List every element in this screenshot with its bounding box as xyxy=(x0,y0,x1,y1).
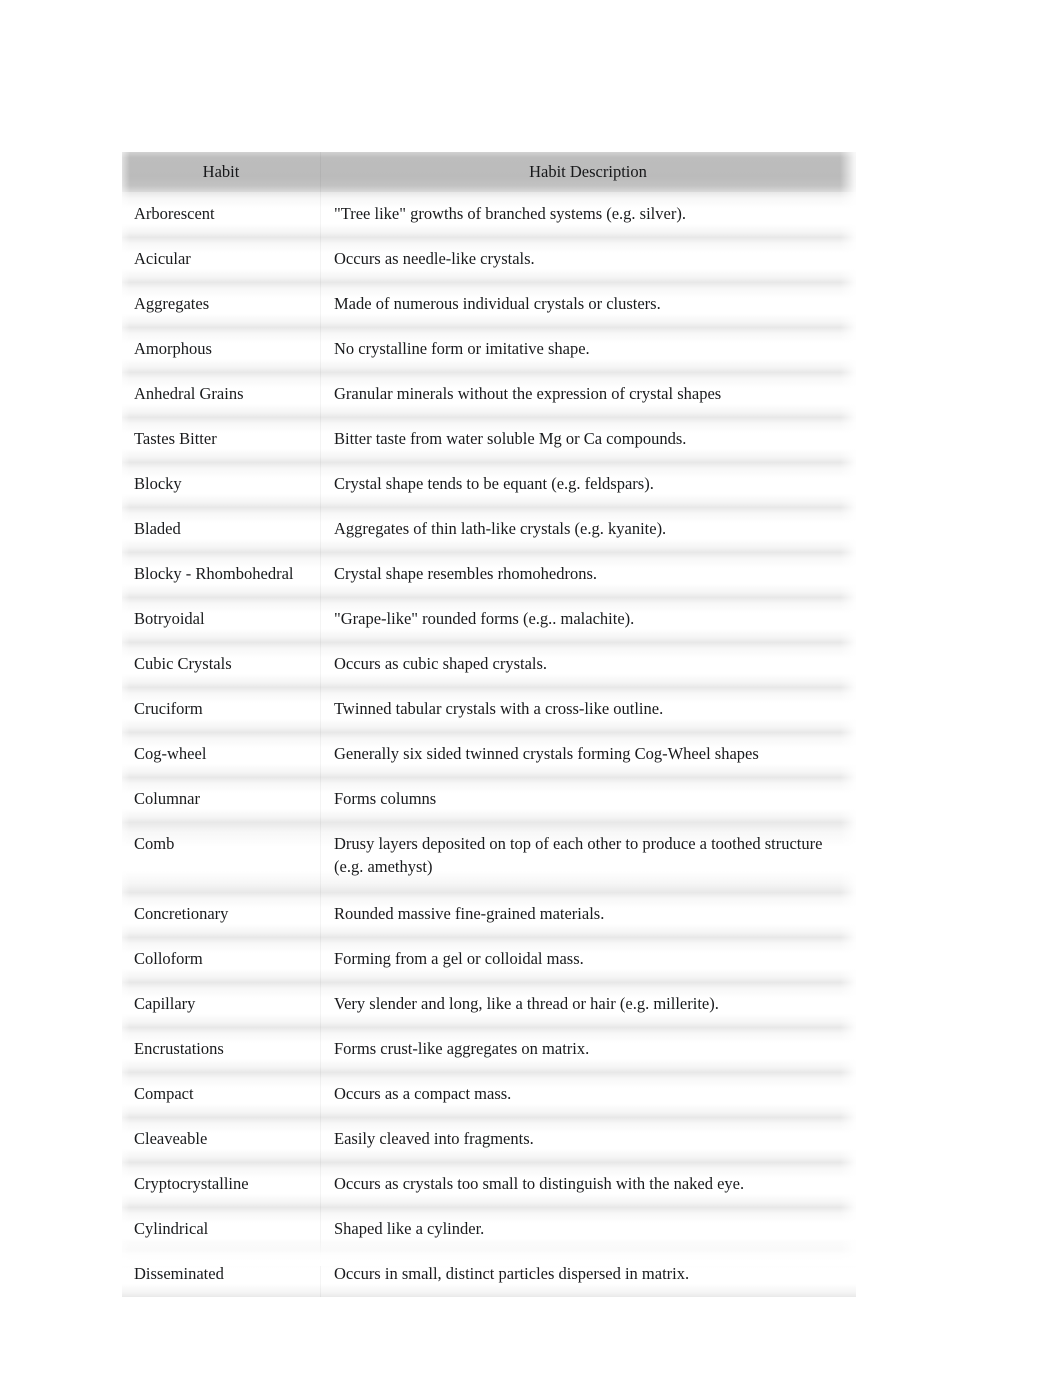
cell-habit-description: Occurs as crystals too small to distingu… xyxy=(320,1162,856,1207)
table-row: Cog-wheel Generally six sided twinned cry… xyxy=(122,732,856,777)
table-header-row: Habit Habit Description xyxy=(122,152,856,192)
table-row: Amorphous No crystalline form or imitativ… xyxy=(122,327,856,372)
cell-habit: Acicular xyxy=(122,237,320,282)
cell-habit: Tastes Bitter xyxy=(122,417,320,462)
cell-habit-description: Aggregates of thin lath-like crystals (e… xyxy=(320,507,856,552)
table-row: Concretionary Rounded massive fine-graine… xyxy=(122,892,856,937)
cell-habit: Disseminated xyxy=(122,1252,320,1297)
table-row: Compact Occurs as a compact mass. xyxy=(122,1072,856,1117)
table-row: Acicular Occurs as needle-like crystals. xyxy=(122,237,856,282)
table-row: Blocky Crystal shape tends to be equant (… xyxy=(122,462,856,507)
cell-habit-description: "Grape-like" rounded forms (e.g.. malach… xyxy=(320,597,856,642)
column-header-habit-description: Habit Description xyxy=(320,152,856,192)
cell-habit: Cryptocrystalline xyxy=(122,1162,320,1207)
cell-habit-description: Granular minerals without the expression… xyxy=(320,372,856,417)
cell-habit-description: "Tree like" growths of branched systems … xyxy=(320,192,856,237)
cell-habit-description: Forms crust-like aggregates on matrix. xyxy=(320,1027,856,1072)
table-row: Cryptocrystalline Occurs as crystals too … xyxy=(122,1162,856,1207)
document-page: Habit Habit Description Arborescent "Tree… xyxy=(0,0,1062,1377)
cell-habit-description: Drusy layers deposited on top of each ot… xyxy=(320,822,856,892)
cell-habit: Blocky xyxy=(122,462,320,507)
table-row: Aggregates Made of numerous individual cr… xyxy=(122,282,856,327)
cell-habit: Columnar xyxy=(122,777,320,822)
cell-habit-description: Shaped like a cylinder. xyxy=(320,1207,856,1252)
cell-habit-description: Forms columns xyxy=(320,777,856,822)
cell-habit-description: Occurs as a compact mass. xyxy=(320,1072,856,1117)
table-row: Comb Drusy layers deposited on top of eac… xyxy=(122,822,856,892)
column-header-habit-description-label: Habit Description xyxy=(529,162,647,181)
table-row: Colloform Forming from a gel or colloidal… xyxy=(122,937,856,982)
cell-habit: Cubic Crystals xyxy=(122,642,320,687)
mineral-habit-table: Habit Habit Description Arborescent "Tree… xyxy=(122,152,856,1297)
table-row: Anhedral Grains Granular minerals without… xyxy=(122,372,856,417)
column-header-habit: Habit xyxy=(122,152,320,192)
cell-habit: Blocky - Rhombohedral xyxy=(122,552,320,597)
cell-habit: Botryoidal xyxy=(122,597,320,642)
cell-habit: Colloform xyxy=(122,937,320,982)
table-row: Cleaveable Easily cleaved into fragments. xyxy=(122,1117,856,1162)
table-row: Cylindrical Shaped like a cylinder. xyxy=(122,1207,856,1252)
cell-habit: Comb xyxy=(122,822,320,892)
cell-habit-description: Easily cleaved into fragments. xyxy=(320,1117,856,1162)
cell-habit-description: Crystal shape tends to be equant (e.g. f… xyxy=(320,462,856,507)
table-body: Arborescent "Tree like" growths of branch… xyxy=(122,192,856,1297)
cell-habit-description: Occurs as needle-like crystals. xyxy=(320,237,856,282)
table-row: Blocky - Rhombohedral Crystal shape resem… xyxy=(122,552,856,597)
cell-habit-description: Very slender and long, like a thread or … xyxy=(320,982,856,1027)
table-row: Cubic Crystals Occurs as cubic shaped cry… xyxy=(122,642,856,687)
table-row: Capillary Very slender and long, like a t… xyxy=(122,982,856,1027)
cell-habit: Cruciform xyxy=(122,687,320,732)
table-row: Tastes Bitter Bitter taste from water sol… xyxy=(122,417,856,462)
table-row: Bladed Aggregates of thin lath-like cryst… xyxy=(122,507,856,552)
cell-habit-description: Occurs in small, distinct particles disp… xyxy=(320,1252,856,1297)
cell-habit-description: Crystal shape resembles rhomohedrons. xyxy=(320,552,856,597)
table-row: Cruciform Twinned tabular crystals with a… xyxy=(122,687,856,732)
cell-habit: Amorphous xyxy=(122,327,320,372)
cell-habit: Cleaveable xyxy=(122,1117,320,1162)
cell-habit-description: Twinned tabular crystals with a cross-li… xyxy=(320,687,856,732)
habit-table-container: Habit Habit Description Arborescent "Tree… xyxy=(122,152,856,1297)
cell-habit-description: Made of numerous individual crystals or … xyxy=(320,282,856,327)
cell-habit: Capillary xyxy=(122,982,320,1027)
cell-habit: Bladed xyxy=(122,507,320,552)
cell-habit-description: Rounded massive fine-grained materials. xyxy=(320,892,856,937)
table-header: Habit Habit Description xyxy=(122,152,856,192)
cell-habit-description: Generally six sided twinned crystals for… xyxy=(320,732,856,777)
cell-habit-description: Forming from a gel or colloidal mass. xyxy=(320,937,856,982)
cell-habit-description: No crystalline form or imitative shape. xyxy=(320,327,856,372)
cell-habit: Arborescent xyxy=(122,192,320,237)
cell-habit: Encrustations xyxy=(122,1027,320,1072)
table-row: Encrustations Forms crust-like aggregates… xyxy=(122,1027,856,1072)
cell-habit: Anhedral Grains xyxy=(122,372,320,417)
cell-habit-description: Occurs as cubic shaped crystals. xyxy=(320,642,856,687)
table-row: Columnar Forms columns xyxy=(122,777,856,822)
table-row: Disseminated Occurs in small, distinct pa… xyxy=(122,1252,856,1297)
table-row: Arborescent "Tree like" growths of branch… xyxy=(122,192,856,237)
table-row: Botryoidal "Grape-like" rounded forms (e.… xyxy=(122,597,856,642)
cell-habit: Cylindrical xyxy=(122,1207,320,1252)
cell-habit: Cog-wheel xyxy=(122,732,320,777)
cell-habit: Compact xyxy=(122,1072,320,1117)
cell-habit: Aggregates xyxy=(122,282,320,327)
cell-habit: Concretionary xyxy=(122,892,320,937)
column-header-habit-label: Habit xyxy=(202,162,240,181)
cell-habit-description: Bitter taste from water soluble Mg or Ca… xyxy=(320,417,856,462)
